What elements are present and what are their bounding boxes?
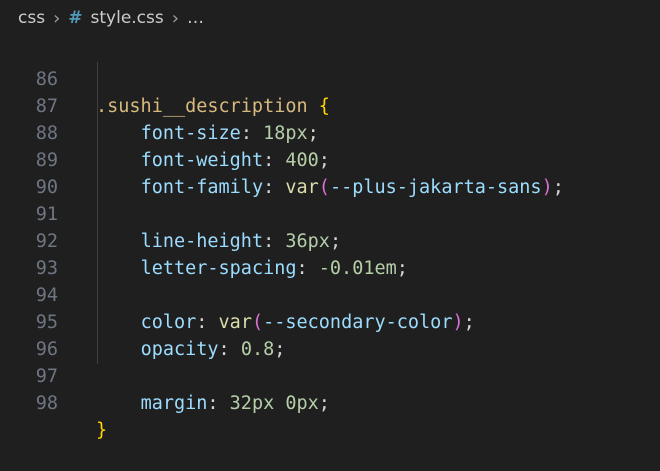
code-line[interactable]: 86 .sushi__description {: [0, 39, 660, 117]
code-line[interactable]: 98 }: [0, 363, 660, 441]
css-file-icon: #: [68, 8, 83, 28]
code-line[interactable]: 91 line-height: 36px;: [0, 174, 660, 252]
chevron-right-icon: ›: [53, 7, 61, 29]
code-line[interactable]: 90: [0, 147, 660, 198]
breadcrumb-file[interactable]: style.css: [91, 8, 164, 28]
code-line[interactable]: 93: [0, 228, 660, 279]
code-line[interactable]: 87 font-size: 18px;: [0, 66, 660, 144]
code-text: }: [96, 417, 107, 444]
code-line[interactable]: 96: [0, 309, 660, 360]
code-line[interactable]: 97 margin: 32px 0px;: [0, 336, 660, 414]
close-brace: }: [96, 420, 108, 441]
code-line[interactable]: 92 letter-spacing: -0.01em;: [0, 201, 660, 279]
code-line[interactable]: 88 font-weight: 400;: [0, 93, 660, 171]
code-editor[interactable]: 86 .sushi__description { 87 font-size: 1…: [0, 36, 660, 441]
breadcrumb-more[interactable]: …: [187, 8, 204, 28]
code-line[interactable]: 95 opacity: 0.8;: [0, 282, 660, 360]
breadcrumb: css › # style.css › …: [0, 0, 660, 36]
breadcrumb-folder[interactable]: css: [18, 8, 45, 28]
code-line[interactable]: 94 color: var(--secondary-color);: [0, 255, 660, 333]
chevron-right-icon: ›: [171, 7, 179, 29]
code-line[interactable]: 89 font-family: var(--plus-jakarta-sans)…: [0, 120, 660, 198]
